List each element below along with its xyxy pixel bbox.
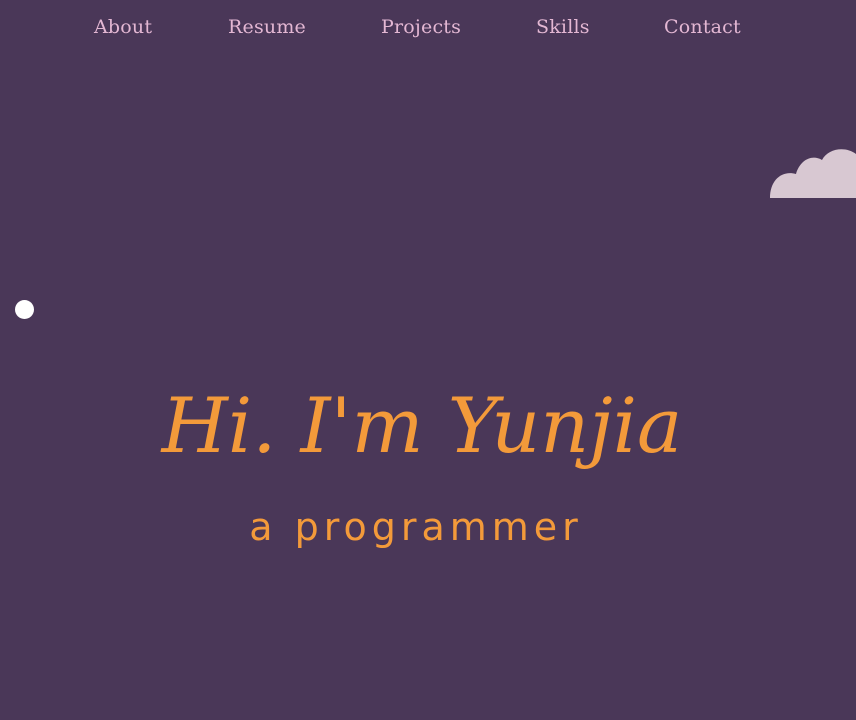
circle-icon <box>15 300 34 319</box>
nav-link-contact[interactable]: Contact <box>664 16 741 38</box>
nav-link-about[interactable]: About <box>94 16 152 38</box>
hero-title: Hi. I'm Yunjia <box>161 381 683 470</box>
cloud-icon <box>770 149 856 198</box>
hero-subtitle: a programmer <box>249 505 583 549</box>
nav-link-skills[interactable]: Skills <box>536 16 590 38</box>
nav-link-projects[interactable]: Projects <box>381 16 461 38</box>
page: About Resume Projects Skills Contact Hi.… <box>0 0 856 720</box>
nav-link-resume[interactable]: Resume <box>228 16 306 38</box>
top-nav: About Resume Projects Skills Contact <box>0 0 856 60</box>
